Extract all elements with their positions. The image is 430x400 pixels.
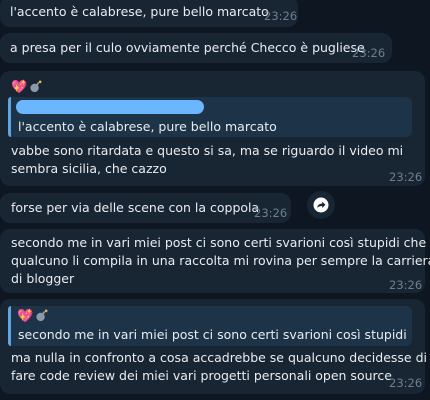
- message-text-line: secondo me in vari miei post ci sono cer…: [11, 235, 430, 250]
- message-text: l'accento è calabrese, pure bello marcat…: [10, 4, 269, 19]
- forward-arrow-icon: [313, 197, 329, 213]
- message-time: 23:26: [389, 278, 423, 292]
- message-time: 23:26: [389, 376, 423, 390]
- reply-preview[interactable]: l'accento è calabrese, pure bello marcat…: [8, 97, 412, 137]
- message-bubble[interactable]: a presa per il culo ovviamente perché Ch…: [0, 33, 392, 63]
- message-time: 23:26: [264, 9, 298, 23]
- reply-sender-name: [16, 100, 204, 114]
- message-text-line: sembra sicilia, che cazzo: [11, 161, 167, 176]
- message-text-line: di blogger: [11, 271, 75, 286]
- reply-quote-text: secondo me in vari miei post ci sono cer…: [18, 327, 408, 342]
- bomb-icon: [30, 80, 42, 93]
- message-time: 23:26: [352, 46, 386, 60]
- reply-preview[interactable]: 💖 secondo me in vari miei post ci sono c…: [8, 306, 412, 346]
- message-text-line: qualcuno li compila in una raccolta mi r…: [11, 253, 430, 268]
- message-text-line: vabbe sono ritardata e questo si sa, ma …: [11, 143, 404, 158]
- message-bubble[interactable]: 💖 secondo me in vari miei post ci sono c…: [0, 299, 427, 394]
- message-time: 23:26: [389, 170, 423, 184]
- message-bubble[interactable]: secondo me in vari miei post ci sono cer…: [0, 229, 430, 293]
- heart-emoji: 💖: [17, 309, 34, 324]
- reply-quote-text: l'accento è calabrese, pure bello marcat…: [18, 119, 277, 134]
- message-text-line: fare code review dei miei vari progetti …: [11, 368, 392, 383]
- forward-button[interactable]: [307, 191, 335, 219]
- message-bubble[interactable]: 💖 l'accento è calabrese, pure bello marc…: [0, 71, 425, 186]
- message-time: 23:26: [254, 206, 288, 220]
- bomb-icon: [36, 309, 48, 322]
- chat-history: l'accento è calabrese, pure bello marcat…: [0, 0, 430, 400]
- message-text: forse per via delle scene con la coppola: [11, 200, 260, 215]
- message-bubble[interactable]: l'accento è calabrese, pure bello marcat…: [0, 0, 298, 27]
- message-bubble[interactable]: forse per via delle scene con la coppola…: [0, 193, 291, 223]
- message-text: a presa per il culo ovviamente perché Ch…: [10, 40, 365, 55]
- message-text-line: ma nulla in confronto a cosa accadrebbe …: [11, 350, 427, 365]
- heart-emoji: 💖: [11, 80, 28, 95]
